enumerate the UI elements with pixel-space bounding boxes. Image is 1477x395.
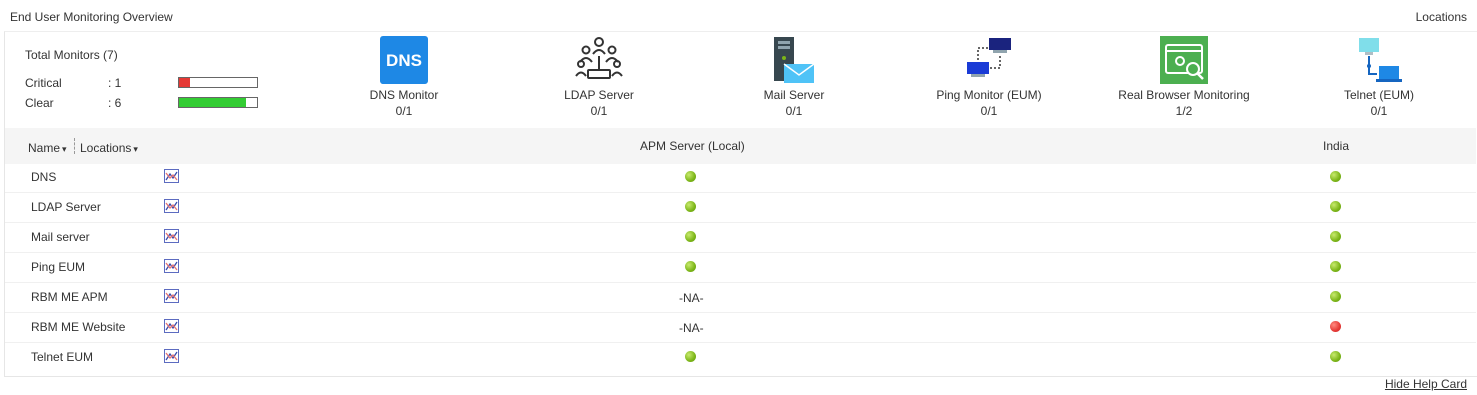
hide-help-card-link[interactable]: Hide Help Card bbox=[1385, 377, 1467, 391]
critical-count: : 1 bbox=[108, 76, 122, 90]
chart-icon[interactable] bbox=[164, 259, 179, 273]
telnet-icon bbox=[1359, 38, 1402, 82]
monitor-name-link[interactable]: RBM ME APM bbox=[31, 290, 108, 304]
dns-icon-text: DNS bbox=[386, 51, 422, 70]
green-status-dot[interactable] bbox=[1330, 261, 1341, 272]
monitor-name-link[interactable]: Telnet EUM bbox=[31, 350, 93, 364]
critical-label: Critical bbox=[25, 76, 62, 90]
chart-icon[interactable] bbox=[164, 229, 179, 243]
green-status-dot[interactable] bbox=[685, 261, 696, 272]
tile-mail-server[interactable]: Mail Server 0/1 bbox=[694, 36, 894, 126]
chart-icon[interactable] bbox=[164, 349, 179, 363]
mail-server-icon bbox=[774, 37, 815, 83]
table-row bbox=[5, 253, 1476, 283]
rbm-icon bbox=[1160, 36, 1208, 84]
clear-label: Clear bbox=[25, 96, 54, 110]
column-name-label: Name bbox=[28, 141, 61, 155]
tile-name: DNS Monitor bbox=[369, 88, 439, 102]
green-status-dot[interactable] bbox=[1330, 291, 1341, 302]
critical-bar-fill bbox=[179, 78, 191, 87]
clear-bar-fill bbox=[179, 98, 246, 107]
tile-name: Real Browser Monitoring bbox=[1118, 88, 1250, 102]
table-row bbox=[5, 163, 1476, 193]
ping-icon bbox=[967, 38, 1011, 77]
tile-name: Ping Monitor (EUM) bbox=[936, 88, 1042, 102]
locations-link[interactable]: Locations bbox=[1416, 10, 1467, 24]
tile-count: 0/1 bbox=[980, 104, 998, 118]
column-header-india: India bbox=[1323, 139, 1350, 153]
green-status-dot[interactable] bbox=[685, 351, 696, 362]
sort-icon: ▾ bbox=[62, 144, 67, 154]
monitor-name-link[interactable]: DNS bbox=[31, 170, 56, 184]
tile-ldap-server[interactable]: LDAP Server 0/1 bbox=[499, 36, 699, 126]
tile-name: LDAP Server bbox=[564, 88, 634, 102]
apm-na-text: -NA- bbox=[679, 291, 704, 305]
green-status-dot[interactable] bbox=[1330, 201, 1341, 212]
chart-icon[interactable] bbox=[164, 289, 179, 303]
table-row bbox=[5, 313, 1476, 343]
tile-dns-monitor[interactable]: DNS DNS Monitor 0/1 bbox=[304, 36, 504, 126]
green-status-dot[interactable] bbox=[1330, 351, 1341, 362]
dns-icon: DNS bbox=[380, 36, 428, 84]
red-status-dot[interactable] bbox=[1330, 321, 1341, 332]
column-header-name[interactable]: Name ▾ bbox=[28, 141, 67, 155]
tile-telnet-eum[interactable]: Telnet (EUM) 0/1 bbox=[1279, 36, 1477, 126]
green-status-dot[interactable] bbox=[685, 201, 696, 212]
monitor-name-link[interactable]: Mail server bbox=[31, 230, 90, 244]
critical-bar[interactable] bbox=[178, 77, 258, 88]
tile-ping-monitor[interactable]: Ping Monitor (EUM) 0/1 bbox=[889, 36, 1089, 126]
table-row bbox=[5, 283, 1476, 313]
green-status-dot[interactable] bbox=[1330, 231, 1341, 242]
green-status-dot[interactable] bbox=[685, 231, 696, 242]
monitor-name-link[interactable]: Ping EUM bbox=[31, 260, 85, 274]
column-header-locations[interactable]: Locations ▾ bbox=[80, 141, 138, 155]
column-header-apm-server: APM Server (Local) bbox=[640, 139, 745, 153]
total-monitors-label: Total Monitors (7) bbox=[25, 48, 118, 62]
ldap-icon bbox=[575, 37, 623, 79]
green-status-dot[interactable] bbox=[1330, 171, 1341, 182]
chart-icon[interactable] bbox=[164, 169, 179, 183]
tile-count: 0/1 bbox=[785, 104, 803, 118]
column-locations-label: Locations bbox=[80, 141, 132, 155]
monitor-name-link[interactable]: RBM ME Website bbox=[31, 320, 125, 334]
column-separator[interactable] bbox=[74, 138, 75, 154]
tile-count: 0/1 bbox=[1370, 104, 1388, 118]
table-row bbox=[5, 223, 1476, 253]
table-row bbox=[5, 343, 1476, 373]
tile-real-browser-monitoring[interactable]: Real Browser Monitoring 1/2 bbox=[1084, 36, 1284, 126]
sort-icon: ▾ bbox=[133, 144, 138, 154]
clear-bar[interactable] bbox=[178, 97, 258, 108]
apm-na-text: -NA- bbox=[679, 321, 704, 335]
table-row bbox=[5, 193, 1476, 223]
tile-name: Telnet (EUM) bbox=[1343, 88, 1414, 102]
monitor-name-link[interactable]: LDAP Server bbox=[31, 200, 101, 214]
tile-count: 0/1 bbox=[395, 104, 413, 118]
chart-icon[interactable] bbox=[164, 199, 179, 213]
clear-count: : 6 bbox=[108, 96, 122, 110]
tile-count: 1/2 bbox=[1175, 104, 1193, 118]
page-title: End User Monitoring Overview bbox=[10, 10, 173, 24]
tile-name: Mail Server bbox=[763, 88, 825, 102]
tile-count: 0/1 bbox=[590, 104, 608, 118]
chart-icon[interactable] bbox=[164, 319, 179, 333]
green-status-dot[interactable] bbox=[685, 171, 696, 182]
